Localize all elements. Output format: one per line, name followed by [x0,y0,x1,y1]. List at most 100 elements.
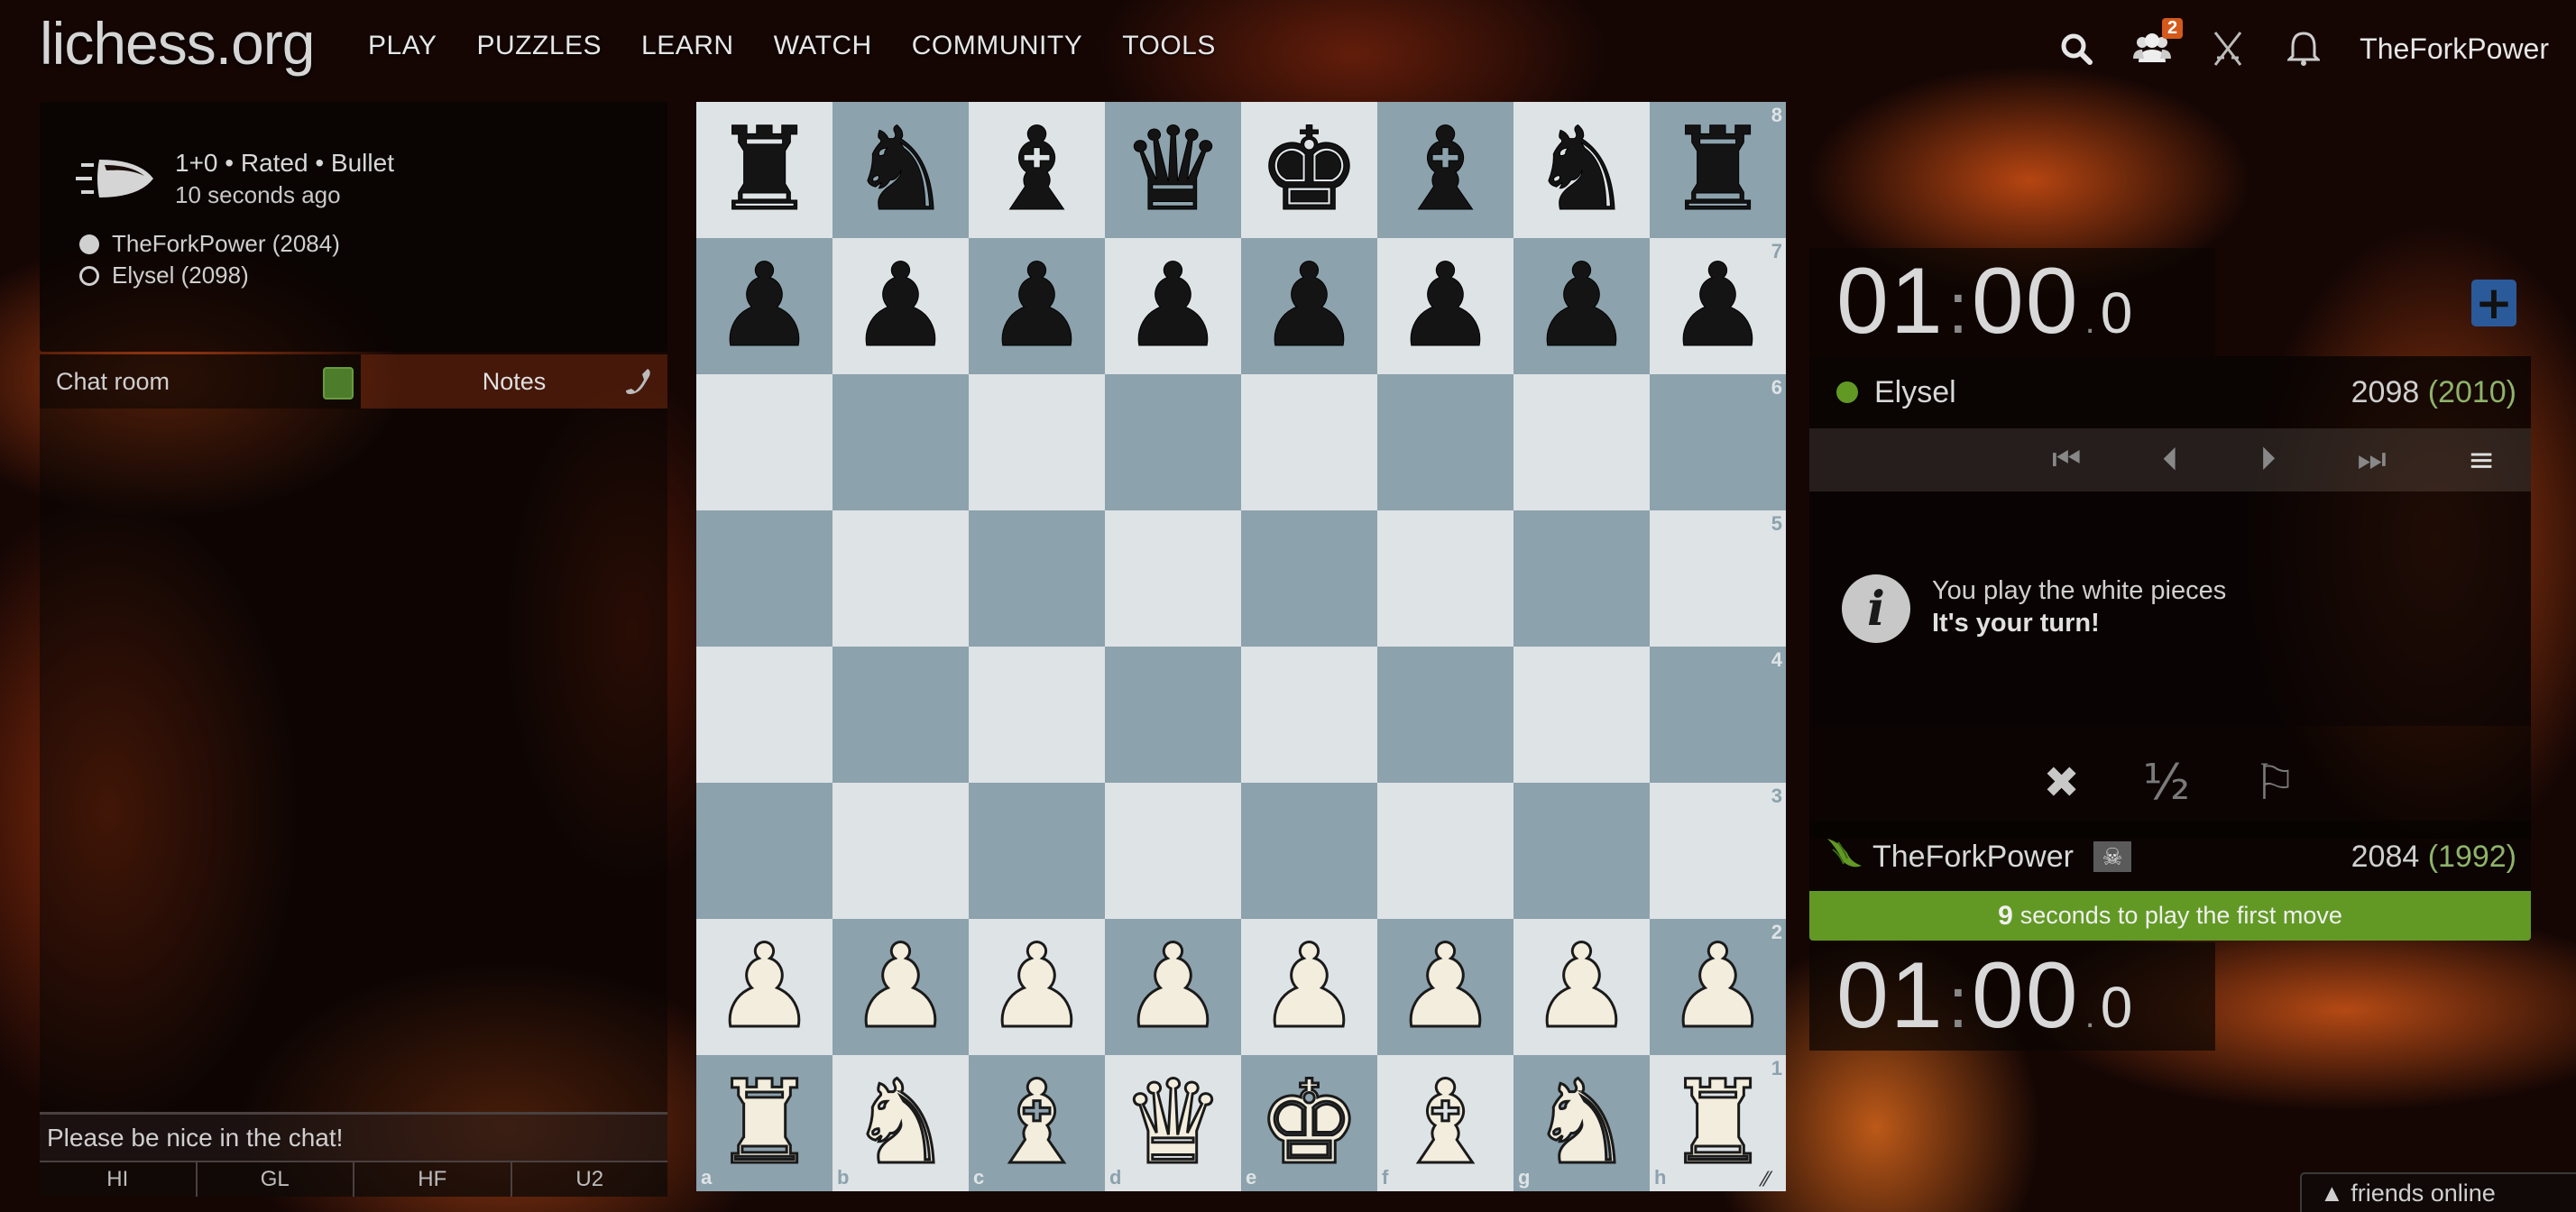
square-g3[interactable] [1513,783,1650,919]
square-d7[interactable]: ♟ [1105,238,1241,374]
square-g7[interactable]: ♟ [1513,238,1650,374]
black-king[interactable]: ♚ [1257,112,1362,228]
square-d1[interactable]: ♛ d [1105,1055,1241,1191]
white-queen[interactable]: ♛ [1120,1064,1227,1182]
square-c7[interactable]: ♟ [969,238,1105,374]
white-pawn[interactable]: ♟ [984,928,1090,1046]
square-d5[interactable] [1105,510,1241,647]
square-b6[interactable] [833,374,969,510]
square-e7[interactable]: ♟ [1241,238,1377,374]
square-a6[interactable] [696,374,833,510]
square-g8[interactable]: ♞ [1513,102,1650,238]
notification-bell-icon[interactable] [2284,29,2323,69]
user-menu[interactable]: TheForkPower [2360,32,2549,66]
square-b4[interactable] [833,647,969,783]
chat-input[interactable] [40,1122,667,1153]
square-h7[interactable]: ♟ 7 [1650,238,1786,374]
square-c5[interactable] [969,510,1105,647]
white-rook[interactable]: ♜ [1665,1064,1771,1182]
square-f1[interactable]: ♝ f [1377,1055,1513,1191]
black-pawn[interactable]: ♟ [1394,248,1498,364]
white-pawn[interactable]: ♟ [1393,928,1499,1046]
square-h2[interactable]: ♟ 2 [1650,919,1786,1055]
nav-puzzles[interactable]: PUZZLES [477,31,603,61]
square-a7[interactable]: ♟ [696,238,833,374]
square-f4[interactable] [1377,647,1513,783]
black-pawn[interactable]: ♟ [1121,248,1226,364]
square-g6[interactable] [1513,374,1650,510]
offer-draw-button[interactable]: ½ [2143,754,2190,811]
white-bishop[interactable]: ♝ [984,1064,1090,1182]
player-name[interactable]: TheForkPower [1872,840,2074,875]
square-a1[interactable]: ♜ a [696,1055,833,1191]
preset-hi[interactable]: HI [40,1162,198,1197]
square-d4[interactable] [1105,647,1241,783]
square-f3[interactable] [1377,783,1513,919]
white-knight[interactable]: ♞ [1529,1064,1635,1182]
black-pawn[interactable]: ♟ [985,248,1090,364]
black-rook[interactable]: ♜ [1666,112,1771,228]
square-e5[interactable] [1241,510,1377,647]
search-icon[interactable] [2056,29,2096,69]
tab-chat-room[interactable]: Chat room [40,354,361,409]
square-a5[interactable] [696,510,833,647]
square-b8[interactable]: ♞ [833,102,969,238]
square-h3[interactable]: 3 [1650,783,1786,919]
friends-online-toggle[interactable]: ▲ friends online [2300,1172,2576,1212]
square-d6[interactable] [1105,374,1241,510]
square-f2[interactable]: ♟ [1377,919,1513,1055]
white-pawn[interactable]: ♟ [1529,928,1635,1046]
square-h8[interactable]: ♜ 8 [1650,102,1786,238]
square-g4[interactable] [1513,647,1650,783]
square-e1[interactable]: ♚ e [1241,1055,1377,1191]
black-pawn[interactable]: ♟ [713,248,817,364]
next-move-button[interactable]: ⏵ [2259,441,2276,479]
square-h6[interactable]: 6 [1650,374,1786,510]
chat-toggle-checkbox[interactable] [323,367,354,399]
first-move-button[interactable]: ⏮ [2052,441,2081,479]
opponent-name[interactable]: Elysel [1874,375,1956,410]
white-bishop[interactable]: ♝ [1393,1064,1499,1182]
black-rook[interactable]: ♜ [713,112,817,228]
black-pawn[interactable]: ♟ [1530,248,1634,364]
square-c6[interactable] [969,374,1105,510]
challenge-swords-icon[interactable] [2208,29,2248,69]
site-logo[interactable]: lichess.org [40,9,315,78]
chess-board[interactable]: ♜ ♞ ♝ ♛ ♚ ♝ ♞ ♜ 8 ♟ ♟ ♟ ♟ ♟ ♟ ♟ ♟ 7 6 5 4 3 ♟ ♟ ♟ ♟ ♟ ♟ ♟ ♟ 2 ♜ a ♞ b ♝ c ♛ d ♚… [696,102,1786,1191]
give-time-button[interactable]: + [2471,277,2516,329]
square-a4[interactable] [696,647,833,783]
nav-play[interactable]: PLAY [368,31,437,61]
square-d2[interactable]: ♟ [1105,919,1241,1055]
resign-button[interactable]: ⚐ [2253,754,2296,811]
square-c8[interactable]: ♝ [969,102,1105,238]
abort-button[interactable]: ✖ [2044,758,2080,808]
square-h5[interactable]: 5 [1650,510,1786,647]
square-g2[interactable]: ♟ [1513,919,1650,1055]
preset-gl[interactable]: GL [198,1162,354,1197]
white-knight[interactable]: ♞ [848,1064,954,1182]
preset-u2[interactable]: U2 [512,1162,668,1197]
tab-notes[interactable]: Notes [361,354,667,409]
square-e2[interactable]: ♟ [1241,919,1377,1055]
player-white[interactable]: TheForkPower (2084) [79,228,340,260]
square-d8[interactable]: ♛ [1105,102,1241,238]
nav-community[interactable]: COMMUNITY [912,31,1082,61]
nav-watch[interactable]: WATCH [774,31,872,61]
square-c2[interactable]: ♟ [969,919,1105,1055]
nav-tools[interactable]: TOOLS [1122,31,1216,61]
square-e8[interactable]: ♚ [1241,102,1377,238]
player-black[interactable]: Elysel (2098) [79,260,340,291]
friends-icon[interactable]: 2 [2132,18,2184,69]
square-c3[interactable] [969,783,1105,919]
nav-learn[interactable]: LEARN [641,31,734,61]
white-pawn[interactable]: ♟ [1665,928,1771,1046]
square-a3[interactable] [696,783,833,919]
square-a2[interactable]: ♟ [696,919,833,1055]
square-g1[interactable]: ♞ g [1513,1055,1650,1191]
square-a8[interactable]: ♜ [696,102,833,238]
white-pawn[interactable]: ♟ [1120,928,1227,1046]
square-c4[interactable] [969,647,1105,783]
white-pawn[interactable]: ♟ [848,928,954,1046]
square-b5[interactable] [833,510,969,647]
prev-move-button[interactable]: ⏴ [2162,441,2178,479]
